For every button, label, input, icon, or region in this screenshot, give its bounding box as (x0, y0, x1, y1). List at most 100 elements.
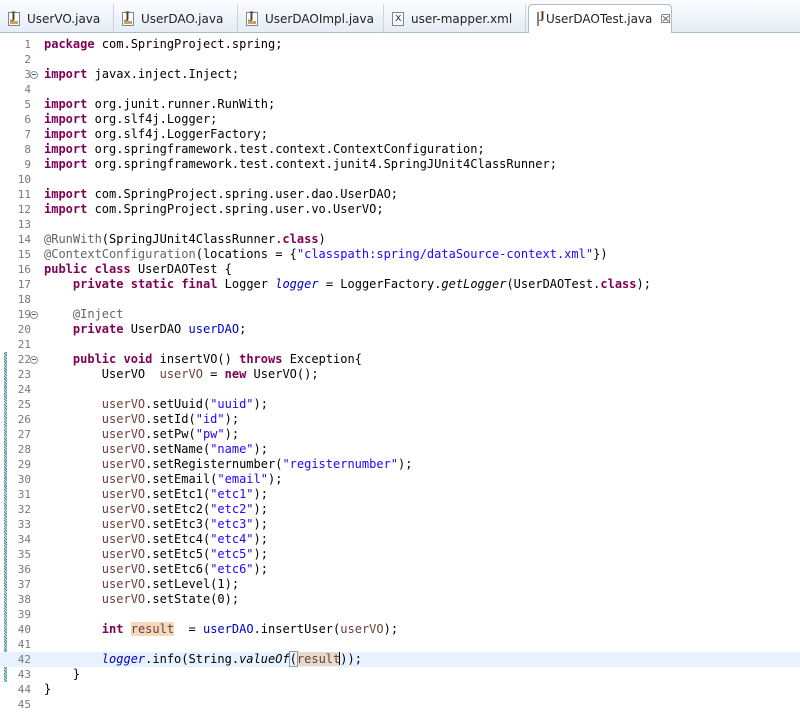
code-line[interactable]: 33 userVO.setEtc3("etc3"); (0, 517, 800, 532)
code-line[interactable]: 26 userVO.setId("id"); (0, 412, 800, 427)
code-line[interactable]: 19 @Inject (0, 307, 800, 322)
code-text: import org.slf4j.LoggerFactory; (44, 127, 268, 141)
code-text: public void insertVO() throws Exception{ (72, 352, 362, 366)
code-line[interactable]: 5 import org.junit.runner.RunWith; (0, 97, 800, 112)
code-line[interactable]: 24 (0, 382, 800, 397)
code-line[interactable]: 29 userVO.setRegisternumber("registernum… (0, 457, 800, 472)
code-line[interactable]: 1 package com.SpringProject.spring; (0, 37, 800, 52)
line-number: 9 (24, 158, 31, 171)
code-line[interactable]: 41 (0, 637, 800, 652)
code-text: public class UserDAOTest { (44, 262, 232, 276)
line-number: 11 (17, 188, 31, 201)
code-line[interactable]: 45 (0, 697, 800, 712)
close-tab-icon[interactable]: ☒ (660, 12, 671, 26)
code-line[interactable]: 42 logger.info(String.valueOf(result)); (0, 651, 800, 667)
code-text: @ContextConfiguration(locations = {"clas… (44, 247, 608, 261)
line-number: 38 (17, 593, 31, 606)
line-number: 21 (17, 338, 31, 351)
code-line[interactable]: 16 public class UserDAOTest { (0, 262, 800, 277)
line-number: 35 (17, 548, 31, 561)
code-line[interactable]: 30 userVO.setEmail("email"); (0, 472, 800, 487)
code-line[interactable]: 13 (0, 217, 800, 232)
line-number: 18 (17, 293, 31, 306)
code-text: import org.springframework.test.context.… (44, 142, 485, 156)
line-number: 25 (17, 398, 31, 411)
code-line[interactable]: 39 (0, 607, 800, 622)
java-file-icon (246, 11, 258, 26)
line-number: 24 (17, 383, 31, 396)
tab-label: UserDAO.java (141, 11, 224, 26)
code-line[interactable]: 9 import org.springframework.test.context… (0, 157, 800, 172)
code-line[interactable]: 4 (0, 82, 800, 97)
line-number: 44 (17, 683, 31, 696)
code-line[interactable]: 23 UserVO userVO = new UserVO(); (0, 367, 800, 382)
code-line[interactable]: 11 import com.SpringProject.spring.user.d… (0, 187, 800, 202)
line-number: 26 (17, 413, 31, 426)
fold-collapse-icon[interactable] (30, 71, 38, 79)
editor-tab-bar: UserVO.java UserDAO.java UserDAOImpl.jav… (0, 0, 800, 34)
code-text: UserVO userVO = new UserVO(); (44, 367, 319, 381)
line-number: 3 (24, 68, 31, 81)
xml-file-icon (392, 11, 404, 26)
code-text: import org.junit.runner.RunWith; (44, 97, 276, 111)
code-line[interactable]: 25 userVO.setUuid("uuid"); (0, 397, 800, 412)
code-line[interactable]: 2 (0, 52, 800, 67)
code-line[interactable]: 21 (0, 337, 800, 352)
tab-userdaotest-java[interactable]: UserDAOTest.java ☒ (528, 4, 672, 34)
tab-user-mapper-xml[interactable]: user-mapper.xml (384, 4, 526, 33)
code-line[interactable]: 37 userVO.setLevel(1); (0, 577, 800, 592)
code-line[interactable]: 18 (0, 292, 800, 307)
code-line[interactable]: 34 userVO.setEtc4("etc4"); (0, 532, 800, 547)
fold-collapse-icon[interactable] (30, 356, 38, 364)
code-line[interactable]: 7 import org.slf4j.LoggerFactory; (0, 127, 800, 142)
tab-uservo-java[interactable]: UserVO.java (0, 4, 114, 33)
line-number: 40 (17, 623, 31, 636)
tab-label: user-mapper.xml (411, 11, 513, 26)
code-line[interactable]: 15 @ContextConfiguration(locations = {"cl… (0, 247, 800, 262)
line-number: 41 (17, 638, 31, 651)
line-number: 36 (17, 563, 31, 576)
code-line[interactable]: 27 userVO.setPw("pw"); (0, 427, 800, 442)
line-number: 42 (17, 653, 31, 666)
code-line[interactable]: 38 userVO.setState(0); (0, 592, 800, 607)
code-line[interactable]: 32 userVO.setEtc2("etc2"); (0, 502, 800, 517)
code-line[interactable]: 36 userVO.setEtc6("etc6"); (0, 562, 800, 577)
code-line[interactable]: 35 userVO.setEtc5("etc5"); (0, 547, 800, 562)
line-number: 19 (17, 308, 31, 321)
code-line[interactable]: 6 import org.slf4j.Logger; (0, 112, 800, 127)
tab-userdaoimpl-java[interactable]: UserDAOImpl.java (238, 4, 384, 33)
code-text: @Inject (72, 307, 124, 321)
line-number: 12 (17, 203, 31, 216)
line-number: 4 (24, 83, 31, 96)
code-line[interactable]: 43 } (0, 667, 800, 682)
code-line[interactable]: 28 userVO.setName("name"); (0, 442, 800, 457)
code-line[interactable]: 22 public void insertVO() throws Excepti… (0, 352, 800, 367)
fold-collapse-icon[interactable] (30, 311, 38, 319)
code-text: } (44, 682, 52, 696)
code-text: import com.SpringProject.spring.user.dao… (44, 187, 399, 201)
code-line[interactable]: 17 private static final Logger logger = … (0, 277, 800, 292)
code-text: import javax.inject.Inject; (44, 67, 240, 81)
code-line[interactable]: 20 private UserDAO userDAO; (0, 322, 800, 337)
line-number: 7 (24, 128, 31, 141)
code-line[interactable]: 14 @RunWith(SpringJUnit4ClassRunner.class… (0, 232, 800, 247)
line-number: 23 (17, 368, 31, 381)
code-line[interactable]: 44} (0, 682, 800, 697)
code-text: userVO.setEmail("email"); (101, 472, 283, 486)
code-line[interactable]: 12 import com.SpringProject.spring.user.v… (0, 202, 800, 217)
line-number: 22 (17, 353, 31, 366)
code-line[interactable]: 10 (0, 172, 800, 187)
java-file-icon (537, 11, 545, 26)
line-number: 5 (24, 98, 31, 111)
code-line[interactable]: 40 int result = userDAO.insertUser(userV… (0, 622, 800, 637)
code-line[interactable]: 3 import javax.inject.Inject; (0, 67, 800, 82)
code-line[interactable]: 8 import org.springframework.test.context… (0, 142, 800, 157)
line-number: 10 (17, 173, 31, 186)
code-text: userVO.setEtc6("etc6"); (101, 562, 268, 576)
line-number: 43 (17, 668, 31, 681)
code-line[interactable]: 31 userVO.setEtc1("etc1"); (0, 487, 800, 502)
code-text: int result = userDAO.insertUser(userVO); (101, 622, 399, 636)
tab-userdao-java[interactable]: UserDAO.java (114, 4, 238, 33)
code-text: logger.info(String.valueOf(result)); (101, 651, 362, 667)
code-editor[interactable]: 1 package com.SpringProject.spring; 2 3 impo… (0, 33, 800, 713)
